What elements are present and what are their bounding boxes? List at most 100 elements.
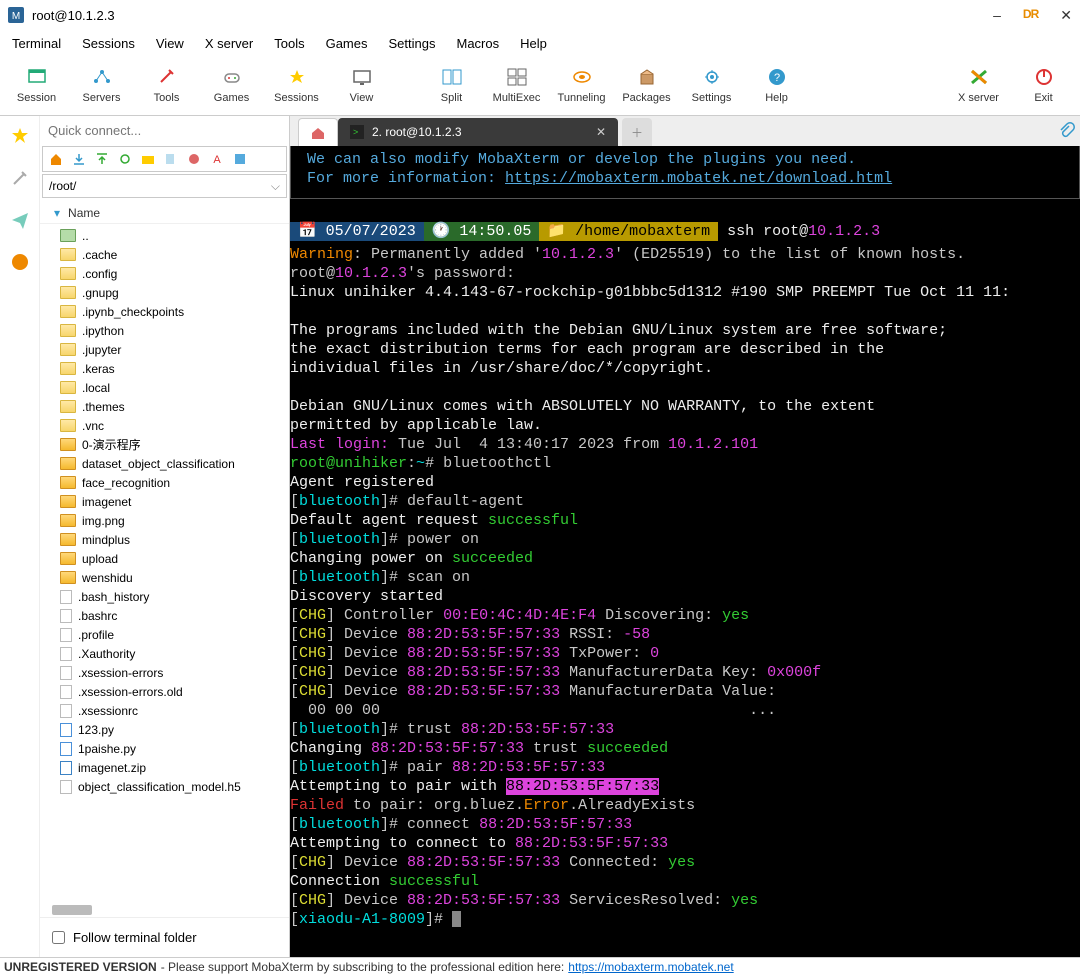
menu-games[interactable]: Games [316,32,378,55]
download-icon[interactable] [72,152,86,166]
tool-exit[interactable]: Exit [1011,57,1076,115]
close-button[interactable]: ✕ [1060,7,1072,24]
file-item[interactable]: .ipynb_checkpoints [50,302,289,321]
tool-settings[interactable]: Settings [679,57,744,115]
file-item[interactable]: .xsession-errors [50,663,289,682]
file-name: .xsession-errors [78,666,163,680]
file-item[interactable]: 123.py [50,720,289,739]
status-bar: UNREGISTERED VERSION - Please support Mo… [0,957,1080,975]
file-item[interactable]: .jupyter [50,340,289,359]
file-icon [60,286,76,299]
menu-tools[interactable]: Tools [264,32,314,55]
file-item[interactable]: 1paishe.py [50,739,289,758]
file-item[interactable]: face_recognition [50,473,289,492]
tool-session[interactable]: Session [4,57,69,115]
file-header: ▾Name [40,202,289,224]
menu-xserver[interactable]: X server [195,32,263,55]
file-item[interactable]: .bashrc [50,606,289,625]
tab-new[interactable]: ＋ [622,118,652,146]
footer-text: - Please support MobaXterm by subscribin… [161,960,565,974]
file-item[interactable]: .profile [50,625,289,644]
file-icon [60,438,76,451]
file-item[interactable]: .bash_history [50,587,289,606]
tab-close-icon[interactable]: ✕ [596,125,606,139]
menu-terminal[interactable]: Terminal [2,32,71,55]
file-item[interactable]: .themes [50,397,289,416]
file-item[interactable]: .xsession-errors.old [50,682,289,701]
file-icon [60,343,76,356]
delete-icon[interactable] [187,152,201,166]
tab-active[interactable]: > 2. root@10.1.2.3 ✕ [338,118,618,146]
file-item[interactable]: .vnc [50,416,289,435]
menu-sessions[interactable]: Sessions [72,32,145,55]
newfolder-icon[interactable] [141,152,155,166]
file-name: .jupyter [82,343,121,357]
resize-handle[interactable] [52,905,92,915]
upload-icon[interactable] [95,152,109,166]
file-item[interactable]: .local [50,378,289,397]
file-item[interactable]: imagenet.zip [50,758,289,777]
file-item[interactable]: .ipython [50,321,289,340]
file-name: .ipython [82,324,124,338]
paperclip-icon[interactable] [1052,116,1080,146]
file-item[interactable]: object_classification_model.h5 [50,777,289,796]
tool-packages[interactable]: Packages [614,57,679,115]
file-item[interactable]: .. [50,226,289,245]
file-icon [60,533,76,546]
file-item[interactable]: wenshidu [50,568,289,587]
follow-checkbox[interactable] [52,931,65,944]
file-item[interactable]: 0-演示程序 [50,435,289,454]
path-dropdown-icon[interactable]: ⌵ [271,179,280,194]
file-tree[interactable]: ...cache.config .gnupg .ipynb_checkpoints.… [40,224,289,903]
tools-icon[interactable] [10,168,30,188]
menu-settings[interactable]: Settings [379,32,446,55]
menu-view[interactable]: View [146,32,194,55]
svg-text:A: A [213,154,221,166]
file-item[interactable]: mindplus [50,530,289,549]
menu-help[interactable]: Help [510,32,557,55]
file-name: 123.py [78,723,114,737]
file-item[interactable]: .config [50,264,289,283]
tool-split[interactable]: Split [419,57,484,115]
minimize-button[interactable]: ‒ [993,7,1001,24]
home-icon[interactable] [49,152,63,166]
path-bar[interactable]: /root/⌵ [42,174,287,198]
menu-macros[interactable]: Macros [446,32,509,55]
tool-help[interactable]: ?Help [744,57,809,115]
tool-sessions[interactable]: Sessions [264,57,329,115]
side-toolbar: A [42,146,287,172]
main-area: > 2. root@10.1.2.3 ✕ ＋ We can also modif… [290,116,1080,957]
globe-icon[interactable] [10,252,30,272]
file-item[interactable]: .gnupg [50,283,289,302]
file-item[interactable]: .Xauthority [50,644,289,663]
file-item[interactable]: .xsessionrc [50,701,289,720]
file-name: .xsessionrc [78,704,138,718]
file-item[interactable]: upload [50,549,289,568]
refresh-icon[interactable] [118,152,132,166]
send-icon[interactable] [10,210,30,230]
footer-link[interactable]: https://mobaxterm.mobatek.net [568,960,733,974]
file-icon [60,476,76,489]
file-item[interactable]: imagenet [50,492,289,511]
copy-icon[interactable] [164,152,178,166]
tool-tunneling[interactable]: Tunneling [549,57,614,115]
toggle-icon[interactable] [233,152,247,166]
tool-servers[interactable]: Servers [69,57,134,115]
star-icon[interactable] [10,126,30,146]
file-item[interactable]: .cache [50,245,289,264]
tab-home[interactable] [298,118,338,146]
terminal[interactable]: We can also modify MobaXterm or develop … [290,146,1080,957]
file-name: .Xauthority [78,647,135,661]
file-icon [60,381,76,394]
tool-multiexec[interactable]: MultiExec [484,57,549,115]
tool-xserver[interactable]: X server [946,57,1011,115]
font-icon[interactable]: A [210,152,224,166]
tool-view[interactable]: View [329,57,394,115]
file-name: .gnupg [82,286,119,300]
file-item[interactable]: img.png [50,511,289,530]
tool-games[interactable]: Games [199,57,264,115]
tool-tools[interactable]: Tools [134,57,199,115]
quick-connect-input[interactable] [40,119,289,142]
file-item[interactable]: .keras [50,359,289,378]
file-item[interactable]: dataset_object_classification [50,454,289,473]
